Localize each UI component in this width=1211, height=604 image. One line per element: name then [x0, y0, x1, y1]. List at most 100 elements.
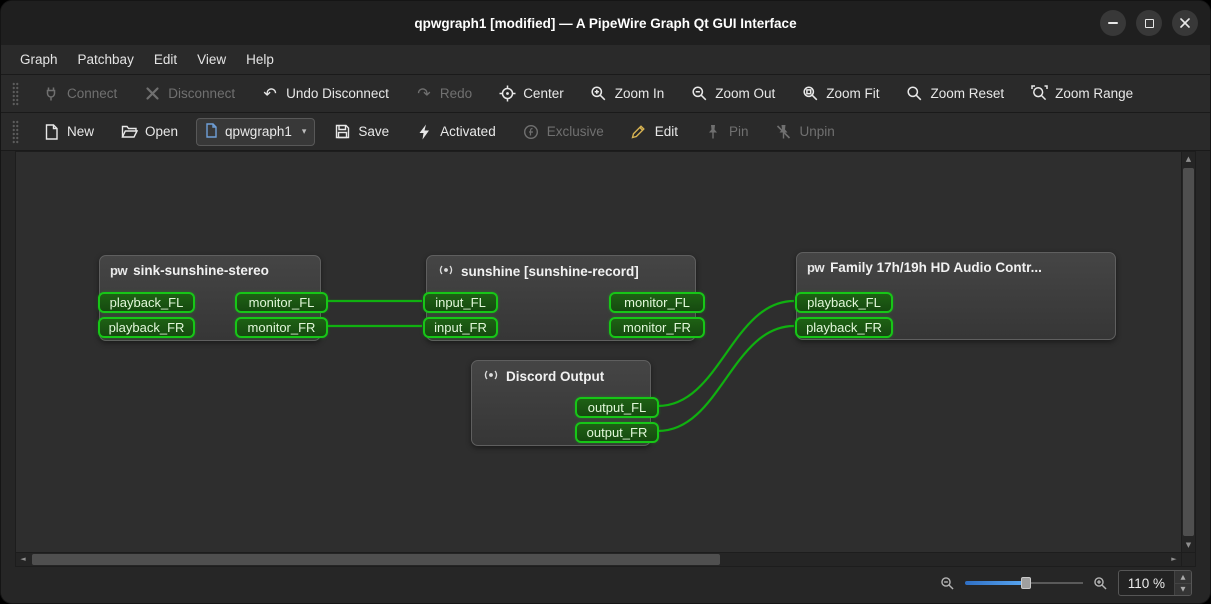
zoom-in-icon: [590, 85, 608, 103]
exclusive-icon: [522, 123, 540, 141]
app-window: qpwgraph1 [modified] — A PipeWire Graph …: [0, 0, 1211, 604]
horizontal-scrollbar[interactable]: ◄ ►: [16, 552, 1181, 566]
zoom-reset-icon: [906, 85, 924, 103]
zoom-out-icon[interactable]: [940, 576, 955, 591]
menu-view[interactable]: View: [188, 48, 235, 71]
connect-icon: [42, 85, 60, 103]
node-title: Discord Output: [506, 369, 605, 384]
output-port[interactable]: monitor_FR: [609, 317, 705, 338]
window-title: qpwgraph1 [modified] — A PipeWire Graph …: [414, 15, 797, 31]
zoom-fit-label: Zoom Fit: [826, 86, 880, 101]
patchbay-toolbar: New Open qpwgraph1 ▾ Save Activated Excl…: [1, 113, 1210, 151]
input-port[interactable]: playback_FL: [795, 292, 893, 313]
scroll-down-button[interactable]: ▼: [1182, 538, 1195, 552]
input-port[interactable]: input_FL: [423, 292, 498, 313]
node-sunshine[interactable]: sunshine [sunshine-record] input_FL inpu…: [423, 255, 705, 341]
window-controls: [1100, 10, 1198, 36]
disconnect-icon: [143, 85, 161, 103]
zoom-out-button[interactable]: Zoom Out: [682, 80, 783, 108]
input-port[interactable]: playback_FR: [98, 317, 195, 338]
zoom-reset-button[interactable]: Zoom Reset: [898, 80, 1013, 108]
node-sink-sunshine-stereo[interactable]: pw sink-sunshine-stereo playback_FL play…: [98, 255, 328, 341]
activated-label: Activated: [440, 124, 496, 139]
zoom-fit-button[interactable]: Zoom Fit: [793, 80, 887, 108]
patchbay-file-icon: [205, 122, 218, 141]
spin-arrows: ▲ ▼: [1174, 571, 1191, 595]
menubar: Graph Patchbay Edit View Help: [1, 45, 1210, 75]
output-port[interactable]: output_FL: [575, 397, 659, 418]
scroll-right-button[interactable]: ►: [1167, 553, 1181, 566]
open-button[interactable]: Open: [112, 118, 186, 146]
audio-node-icon: [482, 368, 500, 385]
minimize-icon: [1108, 22, 1118, 24]
redo-label: Redo: [439, 86, 473, 101]
scroll-left-button[interactable]: ◄: [16, 553, 30, 566]
center-button[interactable]: Center: [490, 80, 572, 108]
output-port[interactable]: monitor_FL: [609, 292, 705, 313]
activated-toggle[interactable]: Activated: [407, 118, 504, 146]
graph-canvas[interactable]: pw sink-sunshine-stereo playback_FL play…: [16, 152, 1181, 552]
zoom-slider[interactable]: [964, 576, 1083, 590]
zoom-slider-handle[interactable]: [1020, 577, 1031, 589]
save-button[interactable]: Save: [325, 118, 397, 146]
menu-patchbay[interactable]: Patchbay: [69, 48, 143, 71]
new-label: New: [67, 124, 95, 139]
spin-up-button[interactable]: ▲: [1175, 571, 1191, 584]
center-label: Center: [523, 86, 564, 101]
zoom-spinbox[interactable]: 110 % ▲ ▼: [1117, 570, 1192, 596]
connection-wire[interactable]: [657, 324, 795, 433]
graph-toolbar: Connect Disconnect ↶ Undo Disconnect ↷ R…: [1, 75, 1210, 113]
node-title: sunshine [sunshine-record]: [461, 264, 639, 279]
output-port[interactable]: output_FR: [575, 422, 659, 443]
zoom-in-button[interactable]: Zoom In: [582, 80, 673, 108]
redo-button[interactable]: ↷ Redo: [407, 80, 480, 108]
undo-icon: ↶: [263, 83, 277, 103]
titlebar[interactable]: qpwgraph1 [modified] — A PipeWire Graph …: [1, 1, 1210, 45]
vertical-scrollbar[interactable]: ▲ ▼: [1181, 152, 1195, 552]
pin-label: Pin: [729, 124, 749, 139]
connect-button[interactable]: Connect: [34, 80, 125, 108]
node-family-hd-audio[interactable]: pw Family 17h/19h HD Audio Contr... play…: [795, 252, 1116, 340]
toolbar-drag-handle[interactable]: [12, 119, 19, 144]
zoom-out-icon: [690, 85, 708, 103]
edit-label: Edit: [654, 124, 678, 139]
unpin-button[interactable]: Unpin: [767, 118, 843, 146]
patchbay-select[interactable]: qpwgraph1 ▾: [196, 117, 316, 146]
new-button[interactable]: New: [34, 118, 102, 146]
undo-label: Undo Disconnect: [286, 86, 389, 101]
menu-help[interactable]: Help: [237, 48, 283, 71]
disconnect-button[interactable]: Disconnect: [135, 80, 243, 108]
node-discord-output[interactable]: Discord Output output_FL output_FR: [471, 360, 659, 446]
scroll-up-button[interactable]: ▲: [1182, 152, 1195, 166]
zoom-range-icon: [1030, 85, 1048, 103]
output-port[interactable]: monitor_FR: [235, 317, 328, 338]
close-button[interactable]: [1172, 10, 1198, 36]
connect-label: Connect: [67, 86, 118, 101]
zoom-in-icon[interactable]: [1093, 576, 1108, 591]
input-port[interactable]: playback_FR: [795, 317, 893, 338]
output-port[interactable]: monitor_FL: [235, 292, 328, 313]
zoom-range-label: Zoom Range: [1055, 86, 1134, 101]
menu-edit[interactable]: Edit: [145, 48, 186, 71]
input-port[interactable]: input_FR: [423, 317, 498, 338]
horizontal-scroll-thumb[interactable]: [32, 554, 720, 565]
pin-button[interactable]: Pin: [696, 118, 757, 146]
menu-graph[interactable]: Graph: [11, 48, 67, 71]
maximize-button[interactable]: [1136, 10, 1162, 36]
input-port[interactable]: playback_FL: [98, 292, 195, 313]
audio-node-icon: [437, 263, 455, 280]
pipewire-icon: pw: [807, 260, 825, 275]
spin-down-button[interactable]: ▼: [1175, 583, 1191, 595]
pin-icon: [704, 123, 722, 141]
vertical-scroll-thumb[interactable]: [1183, 168, 1194, 536]
toolbar-drag-handle[interactable]: [12, 81, 19, 106]
statusbar: 110 % ▲ ▼: [1, 567, 1210, 603]
unpin-label: Unpin: [799, 124, 835, 139]
exclusive-toggle[interactable]: Exclusive: [514, 118, 612, 146]
minimize-button[interactable]: [1100, 10, 1126, 36]
node-header: Discord Output: [472, 361, 650, 392]
undo-button[interactable]: ↶ Undo Disconnect: [253, 80, 397, 108]
close-icon: [1180, 18, 1190, 28]
edit-button[interactable]: Edit: [622, 118, 686, 146]
zoom-range-button[interactable]: Zoom Range: [1022, 80, 1141, 108]
